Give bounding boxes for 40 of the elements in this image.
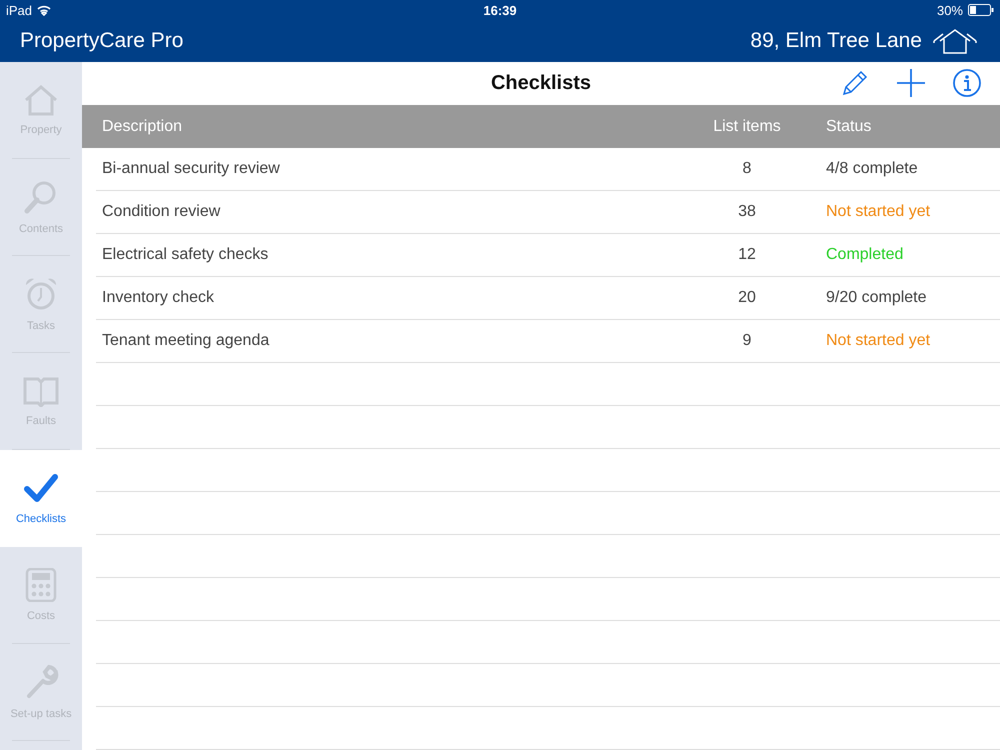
table-cell-text: Tenant meeting agenda <box>101 332 270 350</box>
table-row[interactable]: Bi-annual security review 8 4/8 complete <box>96 148 1000 191</box>
app-title: PropertyCare Pro <box>20 29 184 53</box>
table-cell-text: Bi-annual security review <box>101 160 281 178</box>
info-icon[interactable] <box>952 68 982 98</box>
property-name: 89, Elm Tree Lane <box>750 29 922 53</box>
table-cell-text: Condition review <box>101 203 222 221</box>
table-cell-text: 38 <box>737 203 757 221</box>
alarm-clock-icon <box>23 276 59 312</box>
table-cell-text: Not started yet <box>825 203 930 221</box>
column-header: List items <box>712 118 782 136</box>
house-icon <box>23 84 59 116</box>
table-row[interactable]: Condition review 38 Not started yet <box>96 191 1000 234</box>
book-icon <box>23 375 59 407</box>
table-cell-text: 4/8 complete <box>825 160 918 178</box>
device-name: iPad <box>6 2 32 18</box>
table-cell-text: 12 <box>737 246 757 264</box>
table-row[interactable]: Tenant meeting agenda 9 Not started yet <box>96 320 1000 363</box>
add-icon[interactable] <box>896 68 926 98</box>
checkmark-icon <box>23 472 59 504</box>
column-header: Description <box>102 118 184 136</box>
sidebar-item[interactable]: Checklists <box>0 450 82 547</box>
table-cell-text: 9 <box>742 332 752 350</box>
pencil-icon[interactable] <box>840 68 870 98</box>
column-header: Status <box>825 118 872 136</box>
table-cell-text: Not started yet <box>825 332 930 350</box>
table-cell-text: Completed <box>825 246 904 264</box>
table-row[interactable]: Electrical safety checks 12 Completed <box>96 234 1000 277</box>
wifi-icon <box>37 4 52 16</box>
table-cell-text: 9/20 complete <box>825 289 927 307</box>
table-cell-text: 20 <box>737 289 757 307</box>
table-row[interactable]: Inventory check 20 9/20 complete <box>96 277 1000 320</box>
page-title: Checklists <box>490 72 592 95</box>
battery-icon <box>968 4 994 16</box>
table-cell-text: Electrical safety checks <box>101 246 270 264</box>
calculator-icon <box>25 568 57 602</box>
table-cell-text: 8 <box>742 160 752 178</box>
battery-percentage: 30% <box>936 2 963 18</box>
clock: 16:39 <box>483 2 517 18</box>
table-cell-text: Inventory check <box>101 289 216 307</box>
